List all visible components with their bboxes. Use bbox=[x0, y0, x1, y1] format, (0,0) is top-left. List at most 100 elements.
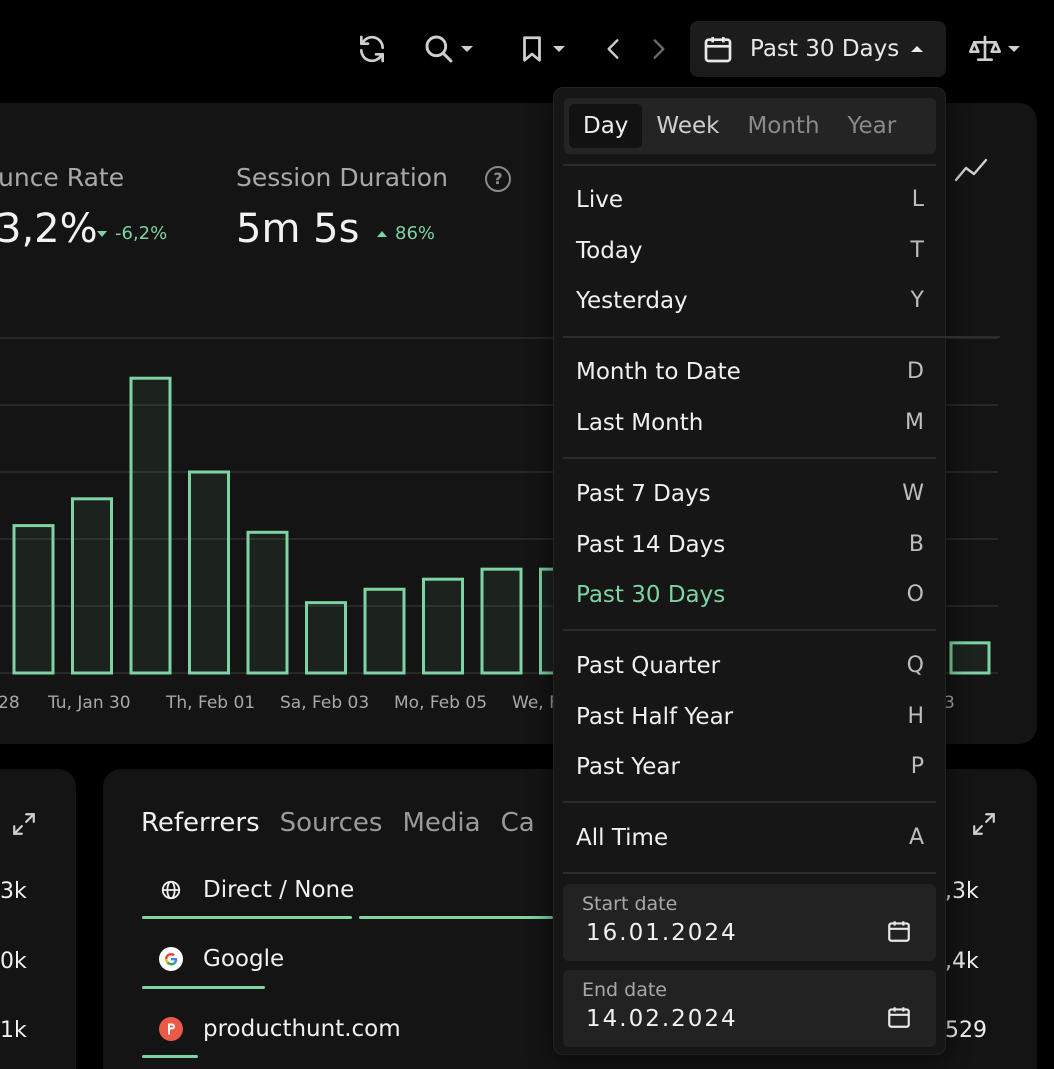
referrer-bar bbox=[142, 1055, 198, 1058]
calendar-icon[interactable] bbox=[886, 1004, 912, 1030]
shortcut-key: B bbox=[908, 532, 924, 557]
shortcut-key: M bbox=[905, 410, 924, 435]
shortcut-key: T bbox=[910, 238, 924, 263]
toolbar: Past 30 Days bbox=[0, 0, 1054, 100]
search-icon bbox=[425, 35, 453, 63]
menu-item-past-year[interactable]: Past Year P bbox=[576, 754, 924, 780]
menu-item-month-to-date[interactable]: Month to Date D bbox=[576, 359, 924, 385]
tab-media[interactable]: Media bbox=[402, 808, 480, 838]
chart-bar[interactable] bbox=[949, 641, 991, 675]
tab-sources[interactable]: Sources bbox=[280, 808, 383, 838]
chart-bar[interactable] bbox=[363, 587, 406, 675]
menu-item-last-month[interactable]: Last Month M bbox=[576, 410, 924, 436]
menu-item-past-14-days[interactable]: Past 14 Days B bbox=[576, 532, 924, 558]
x-tick-label: Sa, Feb 03 bbox=[280, 693, 369, 713]
referrer-bar bbox=[142, 986, 265, 989]
menu-item-all-time[interactable]: All Time A bbox=[576, 825, 924, 851]
chevron-down-icon bbox=[553, 46, 565, 52]
chart-bar[interactable] bbox=[188, 470, 230, 675]
segment-year[interactable]: Year bbox=[834, 104, 911, 148]
shortcut-key: P bbox=[910, 754, 924, 779]
menu-item-past-7-days[interactable]: Past 7 Days W bbox=[576, 481, 924, 507]
chart-bar[interactable] bbox=[12, 524, 55, 675]
end-date-field[interactable]: End date 14.02.2024 bbox=[563, 970, 936, 1047]
date-range-button[interactable]: Past 30 Days bbox=[690, 21, 946, 77]
tab-campaigns[interactable]: Ca bbox=[501, 808, 535, 838]
menu-item-past-30-days[interactable]: Past 30 Days O bbox=[576, 582, 924, 608]
referrers-tabs: Referrers Sources Media Ca bbox=[141, 808, 555, 838]
x-tick-label: Th, Feb 01 bbox=[165, 693, 255, 713]
shortcut-key: L bbox=[911, 187, 924, 212]
left-value: 3k bbox=[0, 879, 27, 904]
start-date-caption: Start date bbox=[582, 893, 678, 915]
next-period-button[interactable] bbox=[646, 24, 672, 74]
bookmark-button[interactable] bbox=[512, 24, 570, 74]
expand-icon[interactable] bbox=[11, 811, 37, 837]
metric-value-bounce-rate: 3,2% bbox=[0, 206, 98, 252]
menu-item-live[interactable]: Live L bbox=[576, 187, 924, 213]
menu-item-label: Last Month bbox=[576, 410, 704, 436]
metric-value-session-duration: 5m 5s bbox=[236, 206, 360, 252]
search-button[interactable] bbox=[418, 24, 478, 74]
refresh-button[interactable] bbox=[352, 24, 392, 74]
producthunt-icon bbox=[157, 1015, 185, 1043]
shortcut-key: H bbox=[907, 704, 924, 729]
menu-item-past-half-year[interactable]: Past Half Year H bbox=[576, 704, 924, 730]
referrer-name: Google bbox=[203, 946, 285, 972]
end-date-caption: End date bbox=[582, 979, 667, 1001]
metric-delta-bounce-rate: -6,2% bbox=[97, 223, 167, 244]
list-item[interactable]: producthunt.com bbox=[141, 1015, 401, 1043]
metric-label-bounce-rate: unce Rate bbox=[0, 163, 125, 192]
referrer-value: 529 bbox=[945, 1018, 987, 1043]
date-range-label: Past 30 Days bbox=[750, 36, 900, 62]
scale-icon bbox=[969, 35, 1001, 61]
menu-item-label: All Time bbox=[576, 825, 669, 851]
segment-day[interactable]: Day bbox=[569, 104, 643, 148]
menu-item-past-quarter[interactable]: Past Quarter Q bbox=[576, 653, 924, 679]
list-item[interactable]: Google bbox=[141, 945, 284, 973]
menu-item-label: Live bbox=[576, 187, 623, 213]
start-date-field[interactable]: Start date 16.01.2024 bbox=[563, 884, 936, 961]
menu-item-label: Past Half Year bbox=[576, 704, 734, 730]
chevron-down-icon bbox=[1008, 46, 1020, 52]
menu-divider bbox=[563, 336, 1000, 338]
chart-bar[interactable] bbox=[422, 577, 464, 675]
menu-item-label: Past 14 Days bbox=[576, 532, 726, 558]
x-tick-label: We, F bbox=[512, 693, 559, 713]
chart-bar[interactable] bbox=[305, 601, 347, 675]
previous-period-button[interactable] bbox=[600, 24, 626, 74]
menu-divider bbox=[563, 164, 936, 166]
menu-divider bbox=[563, 629, 936, 631]
metric-label-session-duration: Session Duration bbox=[236, 163, 448, 192]
chevron-left-icon bbox=[607, 39, 619, 59]
line-chart-toggle-icon[interactable] bbox=[954, 156, 988, 184]
list-item[interactable]: Direct / None bbox=[141, 876, 354, 904]
chart-bar[interactable] bbox=[71, 497, 113, 675]
chevron-right-icon bbox=[653, 39, 665, 59]
segment-week[interactable]: Week bbox=[642, 104, 733, 148]
referrer-value: ,4k bbox=[945, 949, 979, 974]
chart-bar[interactable] bbox=[480, 567, 523, 675]
expand-icon[interactable] bbox=[971, 811, 997, 837]
bookmark-icon bbox=[523, 36, 541, 62]
menu-item-label: Past 30 Days bbox=[576, 582, 726, 608]
chart-bar[interactable] bbox=[246, 530, 289, 675]
menu-item-today[interactable]: Today T bbox=[576, 238, 924, 264]
end-date-value: 14.02.2024 bbox=[586, 1006, 738, 1032]
tab-referrers[interactable]: Referrers bbox=[141, 808, 260, 838]
menu-item-yesterday[interactable]: Yesterday Y bbox=[576, 288, 924, 314]
chart-bar[interactable] bbox=[129, 376, 172, 675]
menu-divider bbox=[563, 872, 936, 874]
left-value: 1k bbox=[0, 1018, 27, 1043]
menu-divider bbox=[563, 801, 936, 803]
compare-button[interactable] bbox=[964, 24, 1024, 74]
calendar-icon[interactable] bbox=[886, 918, 912, 944]
shortcut-key: Q bbox=[906, 653, 924, 678]
shortcut-key: W bbox=[902, 481, 924, 506]
help-icon[interactable]: ? bbox=[485, 166, 511, 192]
segment-month[interactable]: Month bbox=[733, 104, 833, 148]
menu-item-label: Month to Date bbox=[576, 359, 741, 385]
chevron-down-icon bbox=[461, 46, 473, 52]
referrer-name: producthunt.com bbox=[203, 1016, 401, 1042]
referrer-bar bbox=[142, 916, 352, 919]
